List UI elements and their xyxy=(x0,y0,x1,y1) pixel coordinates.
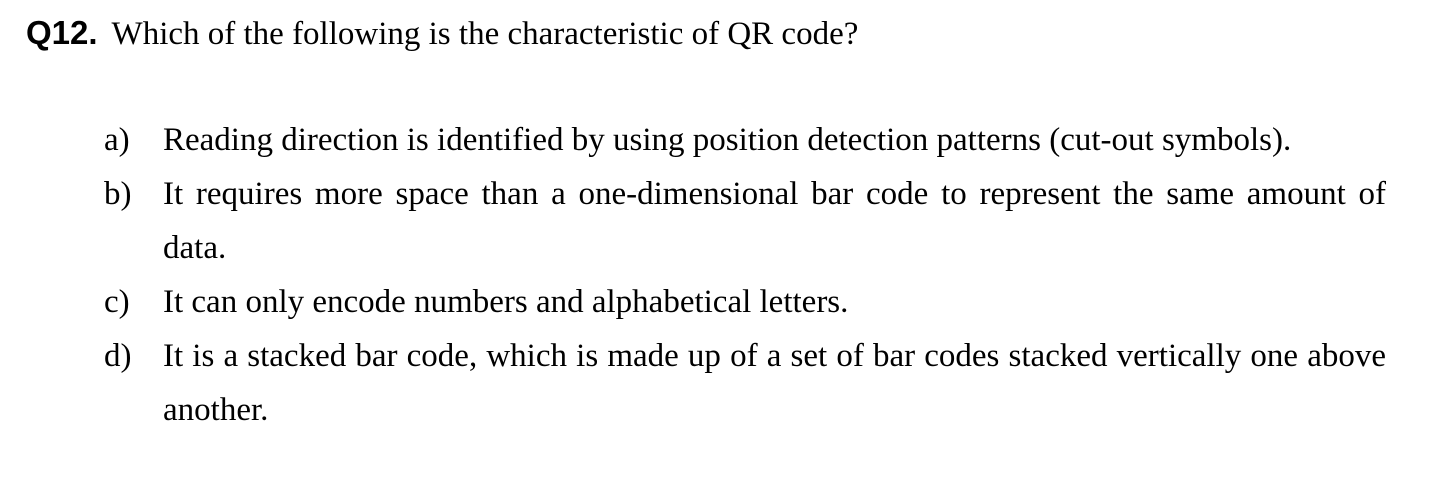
answer-options: a) Reading direction is identified by us… xyxy=(104,113,1386,437)
option-text: It requires more space than a one-dimens… xyxy=(163,176,1386,266)
option-letter: a) xyxy=(104,122,130,158)
question-text: Which of the following is the characteri… xyxy=(111,16,859,52)
option-text: Reading direction is identified by using… xyxy=(163,122,1292,158)
question-number: Q12. xyxy=(26,14,98,51)
option-letter: c) xyxy=(104,284,130,320)
option-letter: b) xyxy=(104,176,132,212)
option-a: a) Reading direction is identified by us… xyxy=(104,113,1386,167)
option-b: b) It requires more space than a one-dim… xyxy=(104,167,1386,275)
option-text: It can only encode numbers and alphabeti… xyxy=(163,284,849,320)
question-header: Q12. Which of the following is the charac… xyxy=(26,8,1430,58)
option-text: It is a stacked bar code, which is made … xyxy=(163,338,1386,428)
option-d: d) It is a stacked bar code, which is ma… xyxy=(104,329,1386,437)
option-letter: d) xyxy=(104,338,132,374)
option-c: c) It can only encode numbers and alphab… xyxy=(104,275,1386,329)
